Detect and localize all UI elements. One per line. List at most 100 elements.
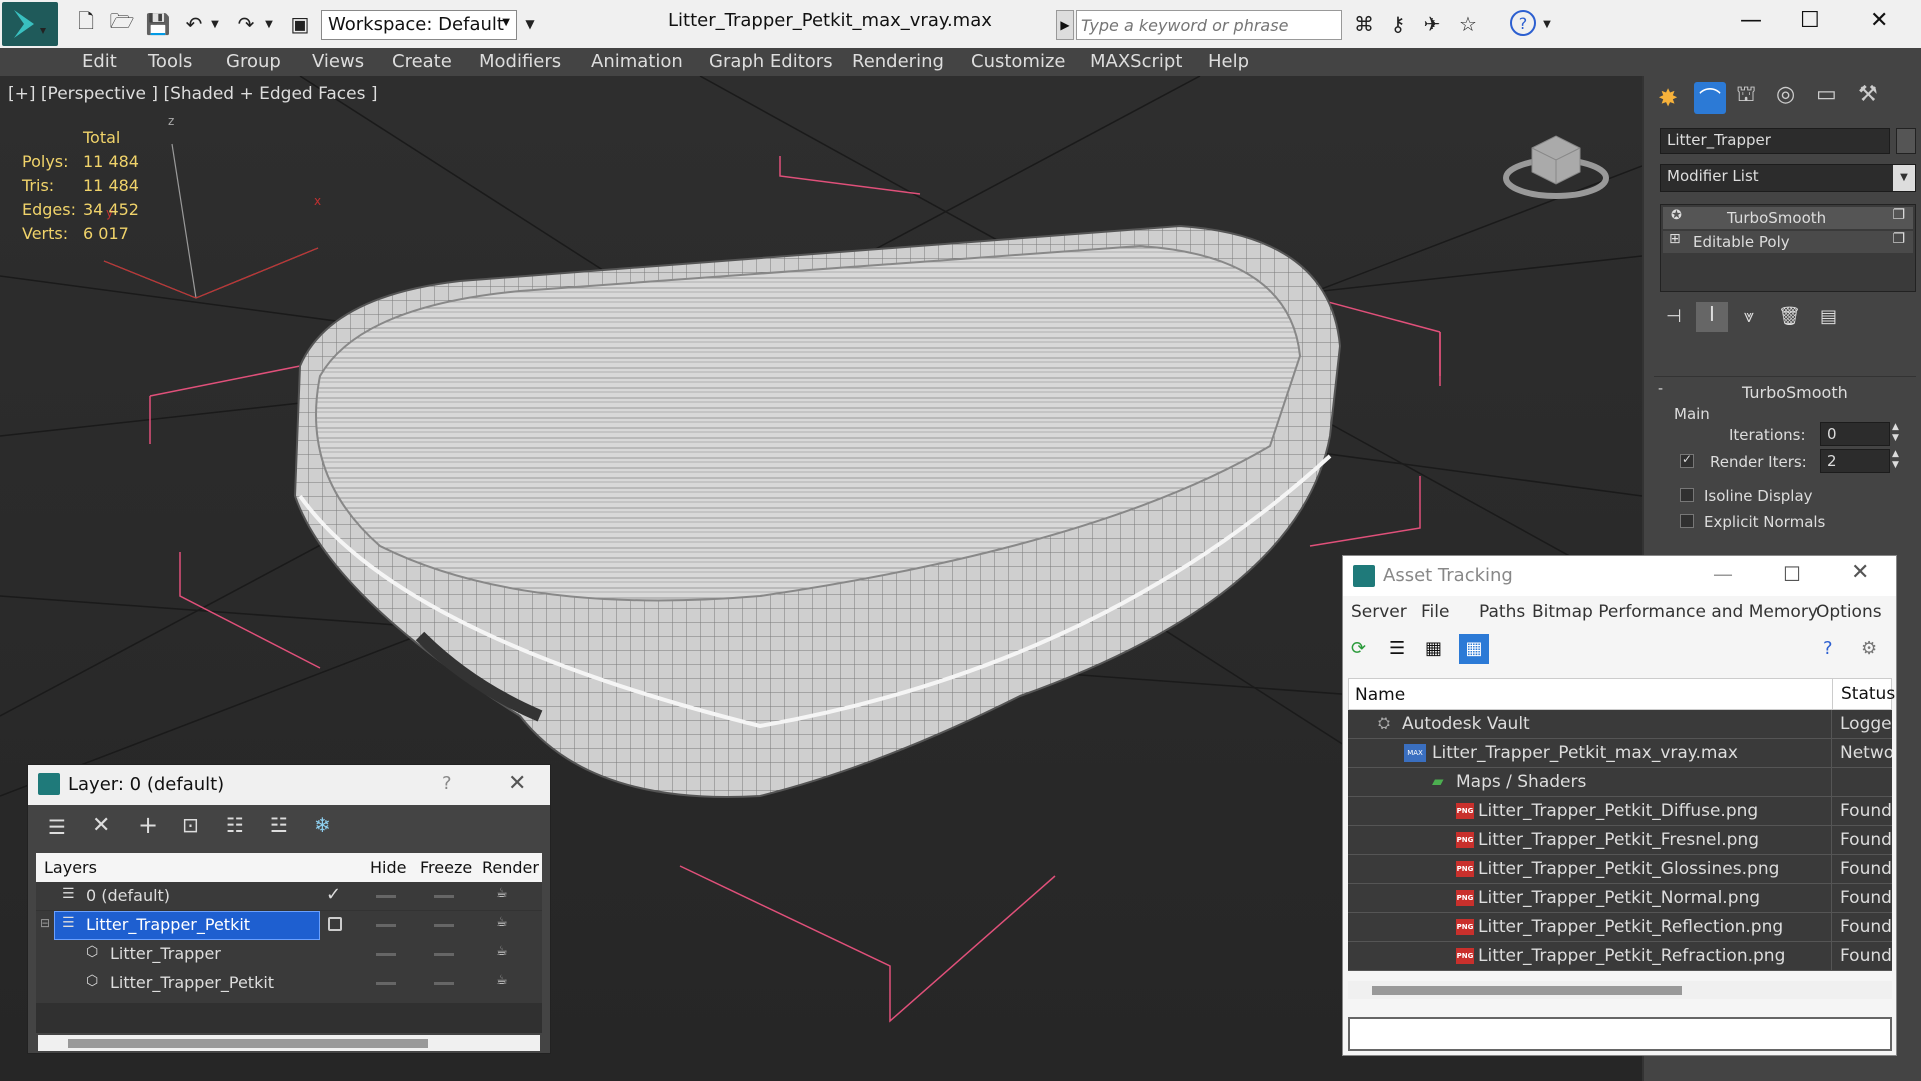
render-teapot-icon[interactable]: ☕ <box>496 886 508 901</box>
render-iters-checkbox[interactable]: ✓ <box>1680 452 1694 468</box>
viewport-label[interactable]: [+] [Perspective ] [Shaded + Edged Faces… <box>8 84 377 104</box>
open-file-icon[interactable]: 🗁 <box>108 9 136 38</box>
undo-icon[interactable]: ↶ <box>180 10 208 38</box>
hide-toggle[interactable] <box>376 895 396 898</box>
search-input[interactable] <box>1076 10 1342 40</box>
spinner-arrows-icon[interactable]: ▲ ▼ <box>1892 422 1899 444</box>
col-layers[interactable]: Layers <box>44 858 97 877</box>
motion-tab-icon[interactable]: ◎ <box>1776 82 1795 107</box>
asset-menu-file[interactable]: File <box>1421 602 1449 622</box>
add-to-layer-icon[interactable]: + <box>138 811 158 839</box>
settings-icon[interactable]: ⚙ <box>1861 638 1877 659</box>
help-dropdown-icon[interactable]: ▼ <box>1540 10 1554 38</box>
asset-row-glossines[interactable]: PNG Litter_Trapper_Petkit_Glossines.png F… <box>1348 855 1892 884</box>
create-tab-icon[interactable]: ✸ <box>1658 84 1678 112</box>
asset-menu-bitmap-performance[interactable]: Bitmap Performance and Memory <box>1532 602 1818 622</box>
rollout-title[interactable]: TurboSmooth <box>1742 383 1848 402</box>
iterations-spinner[interactable]: 0 <box>1820 422 1890 446</box>
maximize-icon[interactable]: ☐ <box>1800 8 1820 33</box>
layer-horizontal-scrollbar[interactable] <box>38 1035 540 1051</box>
help-icon[interactable]: ? <box>1510 10 1536 36</box>
table-view-icon[interactable]: ▦ <box>1459 634 1489 664</box>
explicit-normals-checkbox[interactable] <box>1680 514 1694 528</box>
asset-row-fresnel[interactable]: PNG Litter_Trapper_Petkit_Fresnel.png Fou… <box>1348 826 1892 855</box>
asset-window-titlebar[interactable]: Asset Tracking — ☐ ✕ <box>1343 556 1896 596</box>
workspace-dropdown[interactable]: Workspace: Default ▼ <box>321 10 517 40</box>
thumbnail-view-icon[interactable]: ▦ <box>1425 638 1442 659</box>
render-iters-spinner[interactable]: 2 <box>1820 449 1890 473</box>
layer-window-titlebar[interactable]: Layer: 0 (default) ? ✕ <box>28 765 550 805</box>
delete-layer-icon[interactable]: ✕ <box>92 813 110 838</box>
asset-path-field[interactable] <box>1348 1017 1892 1051</box>
modifier-list-dropdown[interactable]: Modifier List ▼ <box>1660 164 1916 192</box>
layer-row-default[interactable]: ☰ 0 (default) ✓ ☕ <box>36 882 542 911</box>
minimize-icon[interactable]: — <box>1713 562 1733 586</box>
isoline-display-checkbox[interactable] <box>1680 488 1694 502</box>
asset-row-reflection[interactable]: PNG Litter_Trapper_Petkit_Reflection.png … <box>1348 913 1892 942</box>
current-layer-check-icon[interactable]: ✓ <box>326 884 341 905</box>
asset-row-diffuse[interactable]: PNG Litter_Trapper_Petkit_Diffuse.png Fou… <box>1348 797 1892 826</box>
hierarchy-tab-icon[interactable]: ⛫ <box>1736 82 1756 110</box>
asset-row-maps-shaders[interactable]: ▰ Maps / Shaders <box>1348 768 1892 797</box>
set-current-box-icon[interactable] <box>328 917 342 931</box>
hide-toggle[interactable] <box>376 953 396 956</box>
new-file-icon[interactable]: 🗋 <box>72 9 100 38</box>
menu-animation[interactable]: Animation <box>591 51 683 72</box>
render-teapot-icon[interactable]: ☕ <box>496 944 508 959</box>
asset-row-normal[interactable]: PNG Litter_Trapper_Petkit_Normal.png Foun… <box>1348 884 1892 913</box>
modify-tab-icon[interactable]: ⌒ <box>1694 82 1726 114</box>
hide-toggle[interactable] <box>376 982 396 985</box>
workspace-menu-icon[interactable]: ▼ <box>520 10 540 38</box>
new-layer-icon[interactable]: ☰ <box>48 815 66 839</box>
menu-maxscript[interactable]: MAXScript <box>1090 51 1182 72</box>
save-icon[interactable]: 💾 <box>144 10 172 38</box>
maximize-icon[interactable]: ☐ <box>1783 562 1801 586</box>
project-folder-icon[interactable]: ▣ <box>286 10 314 38</box>
search-expand-icon[interactable]: ▶ <box>1056 10 1074 40</box>
hide-all-icon[interactable]: ☳ <box>270 813 288 837</box>
menu-views[interactable]: Views <box>312 51 364 72</box>
freeze-toggle[interactable] <box>434 924 454 927</box>
scrollbar-thumb[interactable] <box>1372 986 1682 995</box>
minimize-icon[interactable]: — <box>1740 8 1762 33</box>
undo-dropdown-icon[interactable]: ▼ <box>208 10 222 38</box>
redo-dropdown-icon[interactable]: ▼ <box>262 10 276 38</box>
asset-row-max-file[interactable]: MAX Litter_Trapper_Petkit_max_vray.max N… <box>1348 739 1892 768</box>
lightbulb-icon[interactable]: ✪ <box>1671 208 1682 223</box>
redo-icon[interactable]: ↷ <box>232 10 260 38</box>
col-render[interactable]: Render <box>482 858 539 877</box>
viewcube-icon[interactable] <box>1502 126 1610 202</box>
freeze-all-icon[interactable]: ❄ <box>314 813 331 837</box>
hide-toggle[interactable] <box>376 924 396 927</box>
show-end-result-icon[interactable]: Ι <box>1696 302 1728 332</box>
menu-modifiers[interactable]: Modifiers <box>479 51 561 72</box>
rollout-collapse-icon[interactable]: - <box>1658 381 1663 397</box>
help-icon[interactable]: ? <box>1823 638 1833 659</box>
menu-tools[interactable]: Tools <box>148 51 192 72</box>
freeze-toggle[interactable] <box>434 895 454 898</box>
render-teapot-icon[interactable]: ☕ <box>496 915 508 930</box>
star-icon[interactable]: ☆ <box>1454 10 1482 38</box>
menu-group[interactable]: Group <box>226 51 281 72</box>
make-unique-icon[interactable]: ⩔ <box>1744 306 1754 327</box>
menu-rendering[interactable]: Rendering <box>852 51 944 72</box>
configure-sets-icon[interactable]: ▤ <box>1820 306 1837 327</box>
col-hide[interactable]: Hide <box>370 858 406 877</box>
menu-help[interactable]: Help <box>1208 51 1249 72</box>
layer-row-object-litter-trapper-petkit[interactable]: ⬡ Litter_Trapper_Petkit ☕ <box>36 969 542 998</box>
highlight-layer-icon[interactable]: ☷ <box>226 813 244 837</box>
spinner-arrows-icon[interactable]: ▲ ▼ <box>1892 449 1899 471</box>
list-view-icon[interactable]: ☰ <box>1389 638 1405 659</box>
asset-horizontal-scrollbar[interactable] <box>1348 981 1892 999</box>
layer-row-object-litter-trapper[interactable]: ⬡ Litter_Trapper ☕ <box>36 940 542 969</box>
menu-customize[interactable]: Customize <box>971 51 1065 72</box>
menu-graph-editors[interactable]: Graph Editors <box>709 51 833 72</box>
collapse-icon[interactable]: ⊟ <box>40 916 50 930</box>
communication-icon[interactable]: ✈ <box>1418 10 1446 38</box>
object-color-swatch[interactable] <box>1896 128 1916 154</box>
select-objects-icon[interactable]: ⊡ <box>182 813 199 837</box>
pin-stack-icon[interactable]: ⊣ <box>1666 306 1682 327</box>
close-icon[interactable]: ✕ <box>1851 560 1869 585</box>
stack-item-editable-poly[interactable]: ⊞ Editable Poly ❐ <box>1663 231 1913 253</box>
display-tab-icon[interactable]: ▭ <box>1816 82 1837 107</box>
